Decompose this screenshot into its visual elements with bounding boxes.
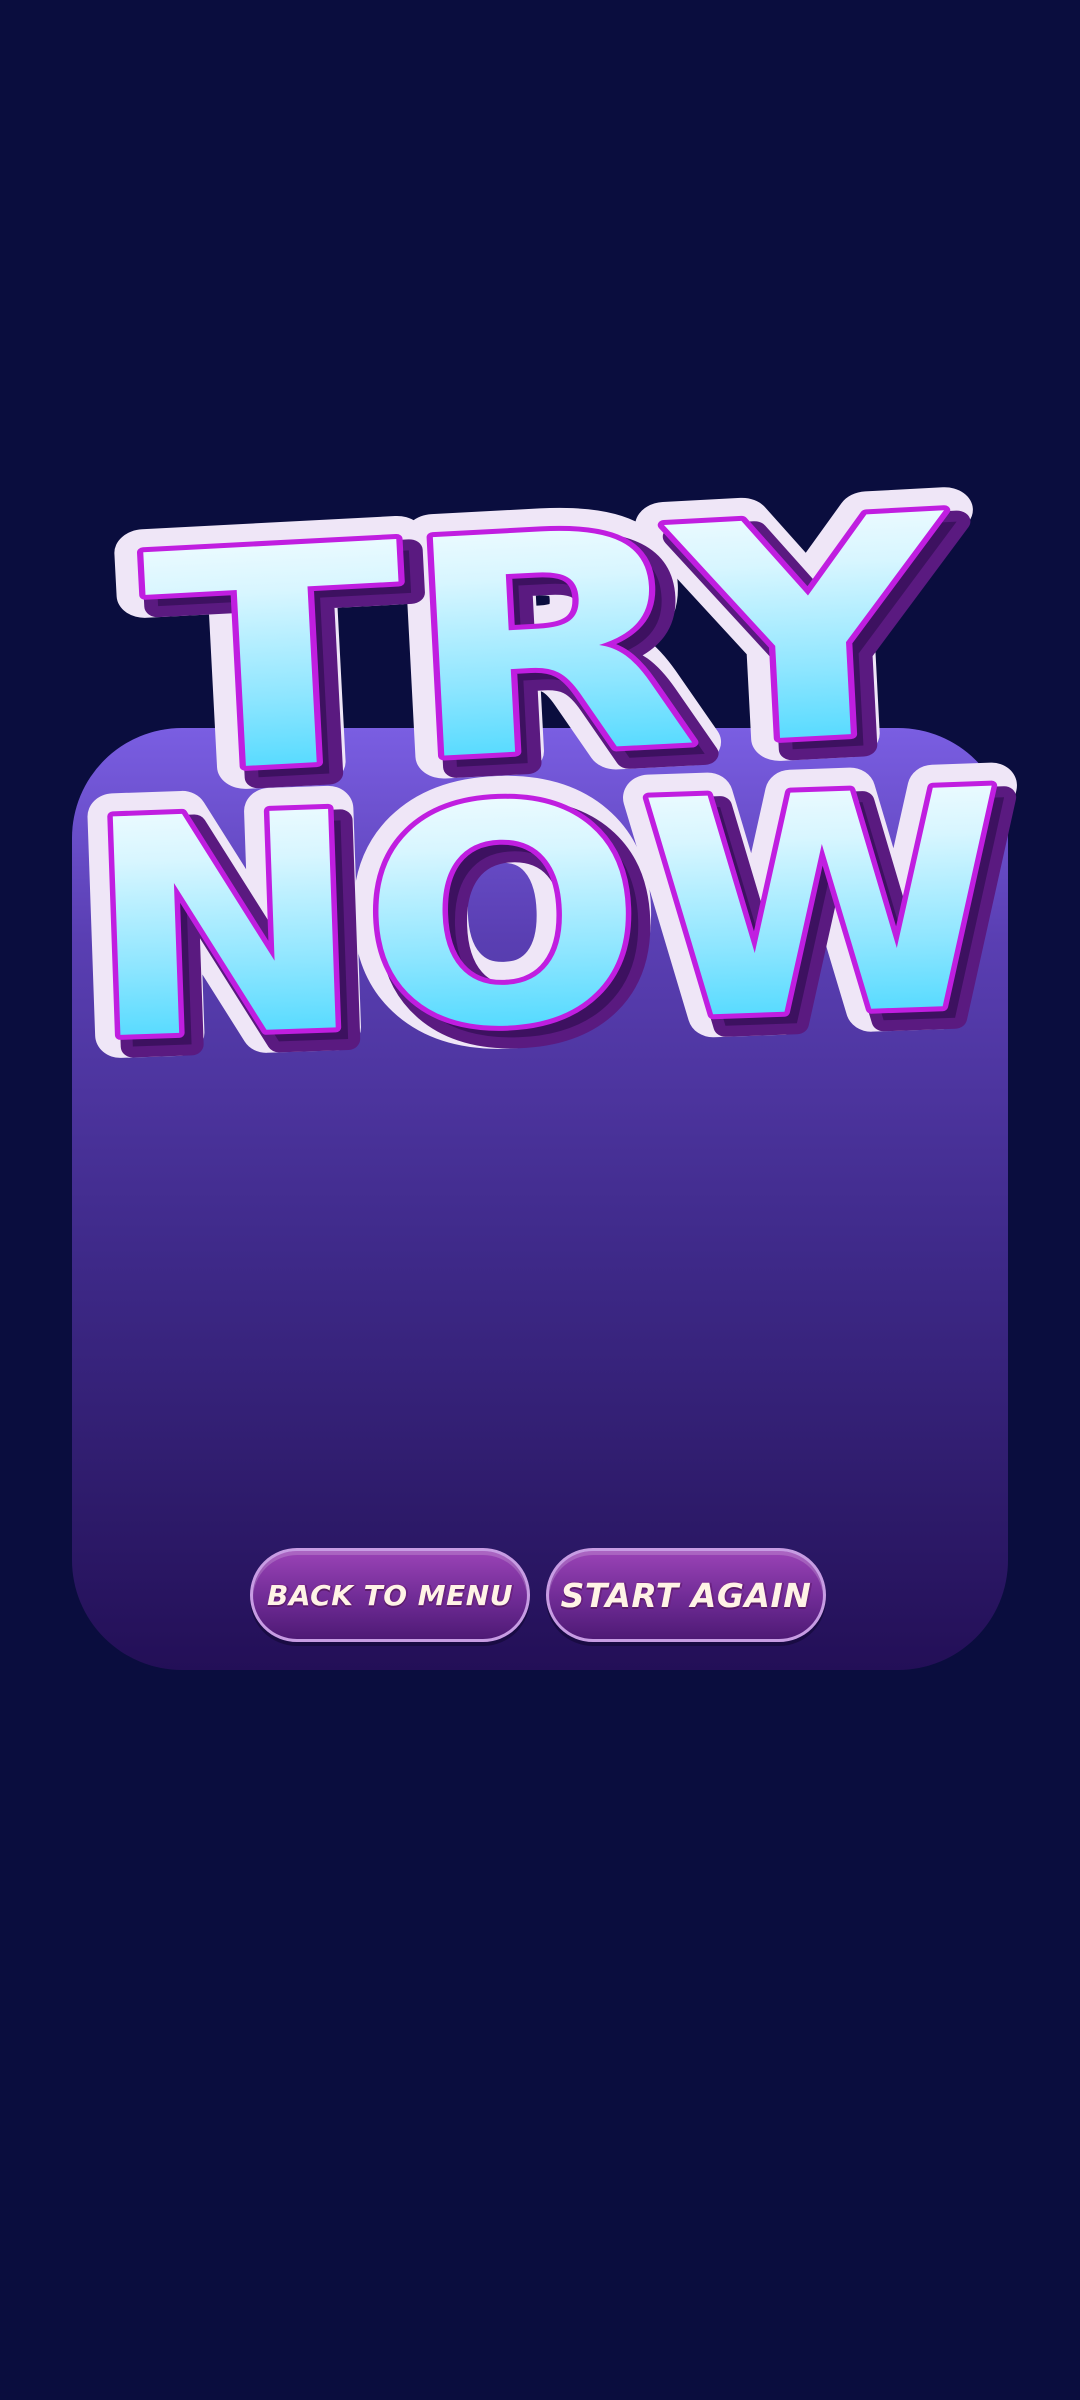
start-again-button[interactable]: START AGAIN [546,1548,826,1642]
start-again-label: START AGAIN [560,1575,812,1615]
button-row: BACK TO MENU START AGAIN [250,1548,830,1644]
back-to-menu-button[interactable]: BACK TO MENU [250,1548,530,1642]
title-line-2: NOW NOW NOW [57,703,1035,1130]
try-now-title: TRY TRY TRY NOW NOW NOW [57,428,1035,1130]
svg-text:NOW: NOW [80,726,1012,1107]
back-to-menu-label: BACK TO MENU [267,1578,513,1612]
